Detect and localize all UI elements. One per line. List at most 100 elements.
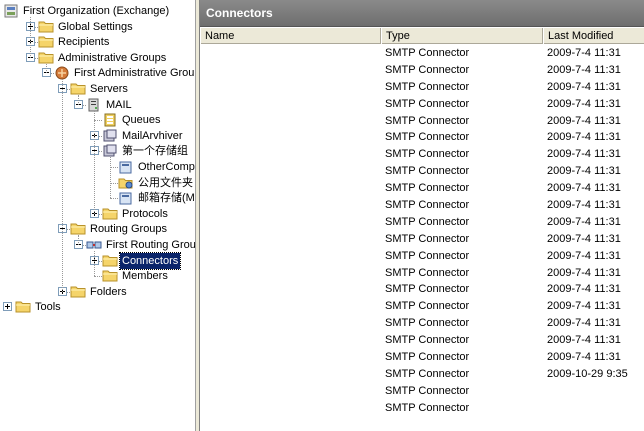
tree-node-label[interactable]: Global Settings: [56, 19, 135, 35]
tree-node-label[interactable]: Tools: [33, 299, 63, 315]
table-row[interactable]: 89*.ru_hkSMTP Connector: [200, 383, 644, 400]
modified-date: 2009-7-4: [547, 283, 592, 296]
modified-date: 2009-7-4: [547, 114, 592, 127]
tree-node-members[interactable]: Members: [0, 268, 195, 284]
tree-node-label[interactable]: 第一个存储组: [120, 143, 190, 159]
column-header-type[interactable]: Type: [381, 28, 543, 44]
cell-last-modified: 2009-7-4 11:31: [547, 265, 643, 282]
tree-line: [30, 17, 31, 58]
table-row[interactable]: 28homexport.it_hkSMTP Connector2009-7-4 …: [200, 180, 644, 197]
cell-last-modified: 2009-7-4 11:31: [547, 45, 643, 62]
table-row[interactable]: 20mail.ru_mx3SMTP Connector2009-7-4 11:3…: [200, 45, 644, 62]
table-row[interactable]: Default_ConnectorSMTP Connector: [200, 400, 644, 417]
table-row[interactable]: 24*.hk_hkSMTP Connector2009-7-4 11:31: [200, 113, 644, 130]
modified-time: 9:35: [606, 367, 628, 380]
cell-type: SMTP Connector: [385, 283, 470, 296]
folder-icon: [102, 207, 118, 221]
cell-last-modified: 2009-7-4 11:31: [547, 281, 643, 298]
tree-node-routing-groups[interactable]: Routing Groups: [0, 221, 195, 237]
tree-node-label[interactable]: MAIL: [104, 97, 134, 113]
tree-line: [78, 235, 79, 245]
tree-node-storage-group-1[interactable]: 第一个存储组: [0, 143, 195, 159]
tree-node-othercompa[interactable]: OtherCompa: [0, 159, 195, 175]
tree-node-label[interactable]: 公用文件夹: [136, 175, 195, 191]
folder-icon: [15, 300, 31, 314]
table-row[interactable]: 37mgm.ga_hk_hkSMTP Connector2009-7-4 11:…: [200, 332, 644, 349]
table-row[interactable]: 26ix.netcom.com_hkSMTP Connector2009-7-4…: [200, 146, 644, 163]
table-row[interactable]: 25interstone.pl_hkSMTP Connector2009-7-4…: [200, 129, 644, 146]
column-header-last-modified[interactable]: Last Modified: [543, 28, 644, 44]
table-row[interactable]: 21hanmail.net_hkSMTP Connector2009-7-4 1…: [200, 62, 644, 79]
cell-last-modified: 2009-7-4 11:31: [547, 62, 643, 79]
cell-type: SMTP Connector: [385, 148, 470, 161]
modified-date: 2009-7-4: [547, 215, 592, 228]
table-row[interactable]: 27*.jp_hkSMTP Connector2009-7-4 11:31: [200, 163, 644, 180]
tree-node-label[interactable]: Administrative Groups: [56, 50, 168, 66]
expand-icon[interactable]: [3, 302, 12, 312]
table-row[interactable]: 34earthlink.net_hkSMTP Connector2009-7-4…: [200, 281, 644, 298]
modified-time: 11:31: [594, 131, 621, 144]
table-row[interactable]: 38com.br_hkSMTP Connector2009-7-4 11:31: [200, 349, 644, 366]
modified-time: 11:31: [594, 148, 621, 161]
connector-list: 20mail.ru_mx3SMTP Connector2009-7-4 11:3…: [200, 45, 644, 417]
tree-node-label[interactable]: Servers: [88, 81, 130, 97]
modified-time: 11:31: [594, 47, 621, 59]
modified-time: 11:31: [594, 114, 621, 127]
tree-node-label[interactable]: First Administrative Group: [72, 65, 195, 81]
modified-time: 11:31: [594, 351, 621, 364]
tree-node-folders[interactable]: Folders: [0, 284, 195, 300]
table-row[interactable]: 32dbagroup.us_hkSMTP Connector2009-7-4 1…: [200, 248, 644, 265]
tree-node-public-folders[interactable]: 公用文件夹: [0, 175, 195, 191]
modified-date: 2009-7-4: [547, 165, 592, 178]
tree-node-label[interactable]: First Routing Group: [104, 237, 195, 253]
modified-date: 2009-7-4: [547, 317, 592, 330]
tree-node-label[interactable]: Connectors: [118, 251, 182, 270]
tree-node-connectors[interactable]: Connectors: [0, 251, 195, 270]
table-row[interactable]: 30bigpond.com_hkSMTP Connector2009-7-4 1…: [200, 214, 644, 231]
tree-node-protocols[interactable]: Protocols: [0, 206, 195, 222]
tree-node-label[interactable]: Routing Groups: [88, 221, 169, 237]
table-row[interactable]: 35yahoo.com_mx3SMTP Connector2009-7-4 11…: [200, 298, 644, 315]
modified-date: 2009-7-4: [547, 232, 592, 245]
cell-type: SMTP Connector: [385, 249, 470, 262]
tree-line: [110, 198, 118, 200]
tree-node-mailbox-store[interactable]: 邮箱存储(M: [0, 190, 195, 206]
tree-node-label[interactable]: 邮箱存储(M: [136, 190, 195, 206]
table-row[interactable]: 39stone-trade.ch_mx3SMTP Connector2009-1…: [200, 366, 644, 383]
table-row[interactable]: 23grupokeops.com_hkSMTP Connector2009-7-…: [200, 96, 644, 113]
tree-line: [94, 110, 95, 214]
tree-node-label[interactable]: Recipients: [56, 34, 111, 50]
cell-last-modified: 2009-7-4 11:31: [547, 197, 643, 214]
tree-node-label[interactable]: Protocols: [120, 206, 170, 222]
table-row[interactable]: 33iconstonetile.com_mx3SMTP Connector200…: [200, 265, 644, 282]
tree-node-first-administrative-group[interactable]: First Administrative Group: [0, 65, 195, 81]
tree-node-label[interactable]: Members: [120, 268, 170, 284]
cell-type: SMTP Connector: [385, 334, 470, 347]
cell-type: SMTP Connector: [385, 317, 470, 330]
tree-node-queues[interactable]: Queues: [0, 112, 195, 128]
column-header-name[interactable]: Name: [200, 28, 381, 44]
tree-node-label[interactable]: Folders: [88, 284, 129, 300]
tree-node-label[interactable]: Queues: [120, 112, 163, 128]
tree-node-label[interactable]: First Organization (Exchange): [21, 3, 171, 19]
tree-node-mailarvhiver[interactable]: MailArvhiver: [0, 128, 195, 144]
console-tree[interactable]: First Organization (Exchange) Global Sett…: [0, 0, 196, 431]
modified-date: 2009-7-4: [547, 249, 592, 262]
pane-title: Connectors: [200, 0, 644, 27]
cell-type: SMTP Connector: [385, 266, 470, 279]
server-icon: [86, 98, 102, 112]
tree-node-mail-server[interactable]: MAIL: [0, 97, 195, 113]
table-row[interactable]: 36cox-internet.com_hkSMTP Connector2009-…: [200, 315, 644, 332]
tree-node-label[interactable]: OtherCompa: [136, 159, 195, 175]
tree-node-label[interactable]: MailArvhiver: [120, 128, 185, 144]
table-row[interactable]: 22malahit.org_hkSMTP Connector2009-7-4 1…: [200, 79, 644, 96]
tree-node-tools[interactable]: Tools: [0, 299, 195, 315]
folder-icon: [102, 254, 118, 268]
cell-type: SMTP Connector: [385, 97, 470, 110]
tree-node-first-routing-group[interactable]: First Routing Group: [0, 237, 195, 253]
table-row[interactable]: 31hark.de_hkSMTP Connector2009-7-4 11:31: [200, 231, 644, 248]
cell-type: SMTP Connector: [385, 232, 470, 245]
public-store-icon: [118, 176, 134, 190]
table-row[interactable]: 29cox.net_hkSMTP Connector2009-7-4 11:31: [200, 197, 644, 214]
tree-node-servers[interactable]: Servers: [0, 81, 195, 97]
